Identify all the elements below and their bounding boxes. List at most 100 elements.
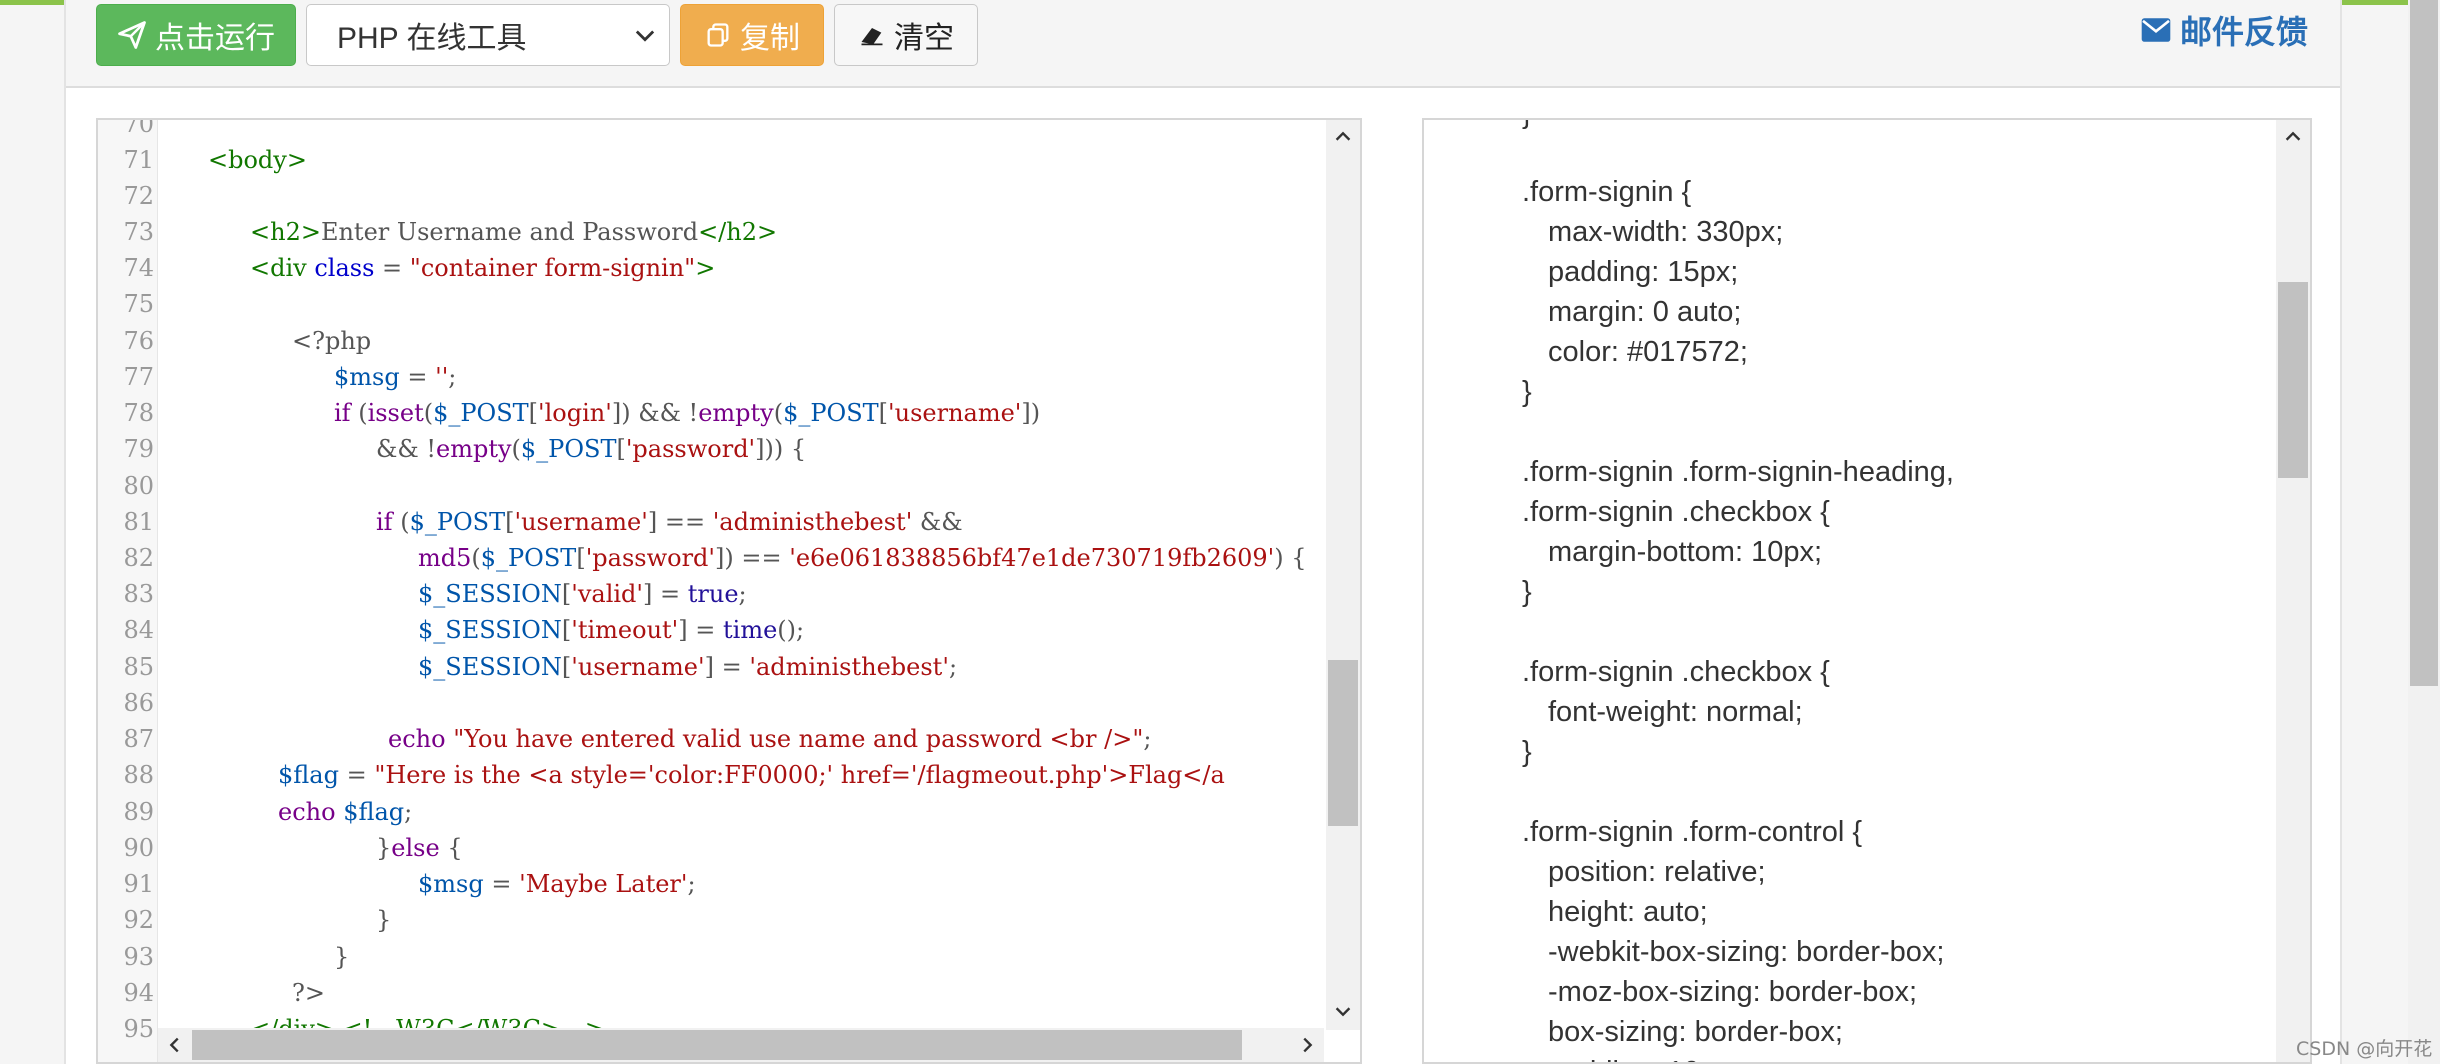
line-number: 93: [123, 943, 154, 971]
code-token: if: [334, 399, 351, 427]
line-number: 70: [123, 118, 154, 138]
code-token: [: [561, 653, 572, 681]
preview-line: box-sizing: border-box;: [1548, 1016, 1843, 1048]
chevron-right-icon[interactable]: [1290, 1028, 1324, 1062]
code-token: 'administhebest': [749, 653, 949, 681]
code-token: $_SESSION: [418, 616, 562, 644]
run-button[interactable]: 点击运行: [96, 4, 296, 66]
line-number: 85: [123, 653, 154, 681]
code-token: ;: [738, 580, 747, 608]
code-editor[interactable]: 70 71 72 73 74 75 76 77 78 79 80 81 82 8…: [96, 118, 1362, 1064]
code-token: ])) {: [755, 435, 807, 463]
page-vertical-scrollbar[interactable]: [2408, 0, 2440, 1064]
chevron-up-icon[interactable]: [1326, 120, 1360, 154]
run-button-label: 点击运行: [155, 22, 275, 55]
code-token: 'username': [888, 399, 1022, 427]
code-token: 'valid': [571, 580, 644, 608]
code-token: <body>: [208, 146, 307, 174]
code-token: ();: [777, 616, 805, 644]
editor-vertical-scroll-thumb[interactable]: [1328, 660, 1358, 826]
preview-vertical-scrollbar[interactable]: [2276, 120, 2310, 1062]
code-line: echo "You have entered valid use name an…: [388, 725, 1151, 753]
editor-vertical-scrollbar[interactable]: [1326, 120, 1360, 1030]
preview-line: position: relative;: [1548, 856, 1766, 888]
preview-line: }: [1522, 736, 1532, 768]
code-line: $_SESSION['timeout'] = time();: [418, 616, 804, 644]
preview-line: -moz-box-sizing: border-box;: [1548, 976, 1918, 1008]
code-token: (: [350, 399, 368, 427]
output-preview[interactable]: } .form-signin { max-width: 330px; paddi…: [1422, 118, 2312, 1064]
code-token: <?php: [292, 327, 372, 355]
preview-line: -webkit-box-sizing: border-box;: [1548, 936, 1945, 968]
editor-horizontal-scroll-thumb[interactable]: [192, 1030, 1242, 1060]
copy-icon: [704, 21, 732, 49]
email-feedback-link[interactable]: 邮件反馈: [2140, 8, 2308, 52]
code-token: 'username': [571, 653, 705, 681]
preview-vertical-scroll-thumb[interactable]: [2278, 282, 2308, 478]
code-line: $msg = '';: [334, 363, 456, 391]
code-token: ] =: [704, 653, 750, 681]
code-line: echo $flag;: [278, 798, 412, 826]
chevron-up-icon[interactable]: [2276, 120, 2310, 154]
code-token: if: [376, 508, 393, 536]
code-line: <?php: [292, 327, 371, 355]
preview-line: }: [1522, 376, 1532, 408]
line-number: 94: [123, 979, 154, 1007]
chevron-left-icon[interactable]: [158, 1028, 192, 1062]
code-token: 'e6e061838856bf47e1de730719fb2609': [789, 544, 1275, 572]
code-token: empty: [698, 399, 774, 427]
code-line: <h2>Enter Username and Password</h2>: [250, 218, 777, 246]
chevron-down-icon[interactable]: [1326, 994, 1360, 1028]
preview-line: color: #017572;: [1548, 336, 1748, 368]
code-token: ;: [404, 798, 413, 826]
code-token: (: [511, 435, 521, 463]
line-number: 82: [123, 544, 154, 572]
line-number: 74: [123, 254, 154, 282]
code-token: isset: [367, 399, 424, 427]
copy-button[interactable]: 复制: [680, 4, 824, 66]
chevron-down-icon: [631, 21, 659, 57]
line-number: 78: [123, 399, 154, 427]
clear-button[interactable]: 清空: [834, 4, 978, 66]
page-vertical-scroll-thumb[interactable]: [2410, 0, 2438, 686]
code-token: time: [723, 616, 778, 644]
line-number: 79: [123, 435, 154, 463]
code-token: 'timeout': [571, 616, 679, 644]
code-token: [: [616, 435, 626, 463]
code-token: 'Maybe Later': [519, 870, 688, 898]
line-number: 72: [123, 182, 154, 210]
code-token: ]) && !: [611, 399, 699, 427]
code-token: true: [687, 580, 739, 608]
line-number: 89: [123, 798, 154, 826]
code-token: ;: [1143, 725, 1152, 753]
preview-line: max-width: 330px;: [1548, 216, 1784, 248]
code-token: $_POST: [409, 508, 506, 536]
line-number: 77: [123, 363, 154, 391]
code-token: ] =: [643, 580, 688, 608]
code-content[interactable]: <body> <h2>Enter Username and Password</…: [158, 120, 1324, 1030]
code-token: empty: [436, 435, 512, 463]
code-token: && !: [376, 435, 436, 463]
code-token: $msg: [418, 870, 484, 898]
preview-line: }: [1522, 120, 1532, 131]
code-token: 'password': [625, 435, 756, 463]
code-line: $_SESSION['valid'] = true;: [418, 580, 747, 608]
code-token: (: [773, 399, 784, 427]
code-line: }: [334, 943, 349, 971]
code-token: md5: [418, 544, 472, 572]
language-select[interactable]: PHP 在线工具: [306, 4, 670, 66]
code-token: =: [483, 870, 520, 898]
line-number: 81: [123, 508, 154, 536]
code-token: [: [561, 580, 572, 608]
code-token: ] ==: [647, 508, 713, 536]
editor-horizontal-scrollbar[interactable]: [158, 1028, 1324, 1062]
envelope-icon: [2140, 17, 2172, 43]
code-token: 'username': [514, 508, 648, 536]
preview-line: padding: 10px;: [1548, 1056, 1738, 1062]
code-token: $flag: [278, 761, 339, 789]
code-token: "Here is the <a style='color:FF0000;' hr…: [374, 761, 1225, 789]
preview-line: font-weight: normal;: [1548, 696, 1803, 728]
line-number-gutter: 70 71 72 73 74 75 76 77 78 79 80 81 82 8…: [98, 120, 158, 1062]
code-token: [: [576, 544, 586, 572]
line-number: 71: [123, 146, 154, 174]
